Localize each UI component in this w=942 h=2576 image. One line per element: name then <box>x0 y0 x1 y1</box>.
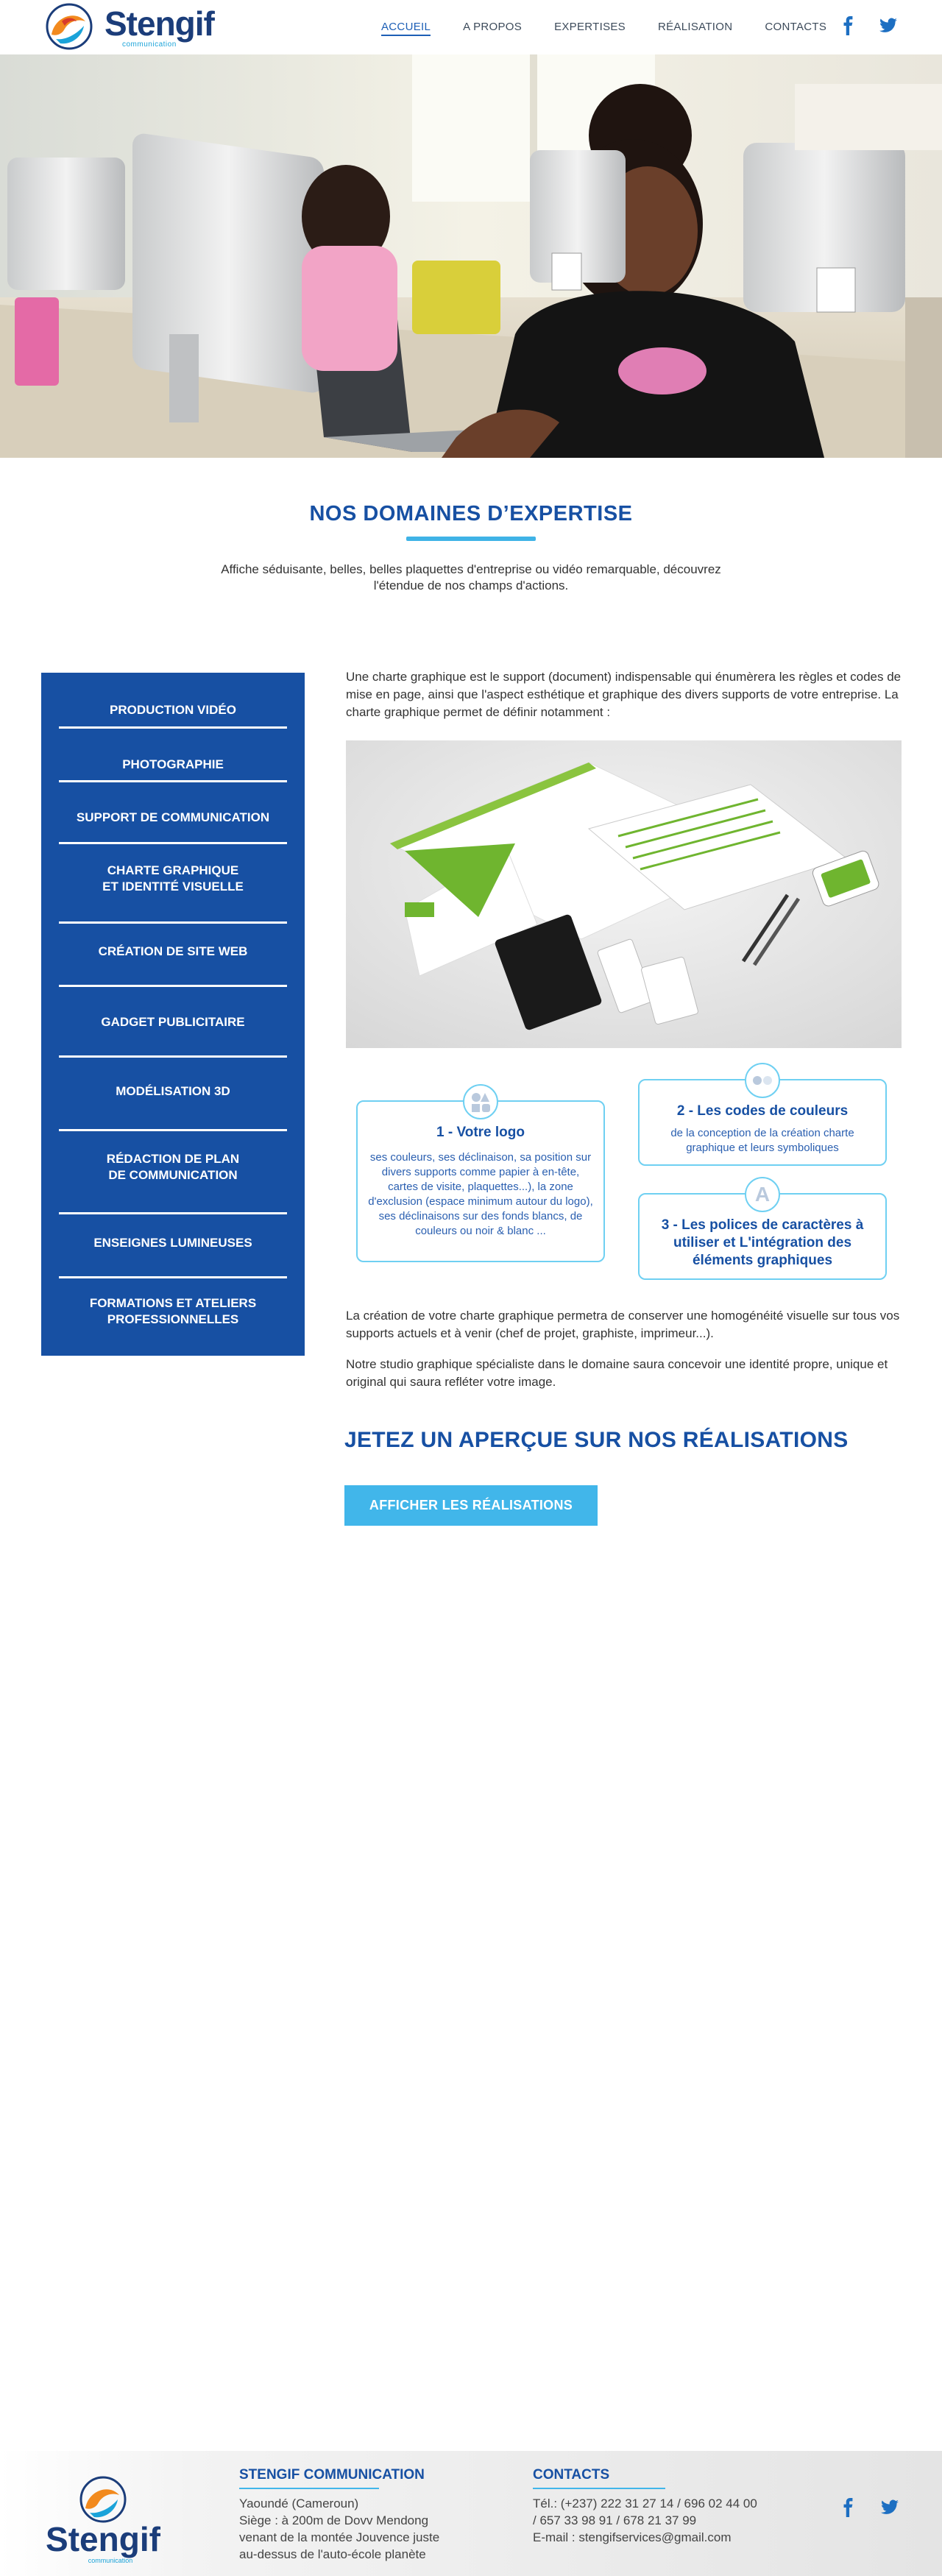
menu-divider <box>59 921 287 924</box>
info-card-logo: 1 - Votre logo ses couleurs, ses déclina… <box>356 1084 605 1262</box>
menu-item-modelisation-3d[interactable]: MODÉLISATION 3D <box>41 1083 305 1100</box>
nav-item-realisation[interactable]: RÉALISATION <box>658 21 732 36</box>
menu-divider <box>59 780 287 782</box>
card-text: ses couleurs, ses déclinaison, sa positi… <box>368 1151 593 1237</box>
realisations-title: JETEZ UN APERÇUE SUR NOS RÉALISATIONS <box>344 1428 849 1452</box>
facebook-icon[interactable] <box>839 2498 858 2517</box>
phone-line: / 657 33 98 91 / 678 21 37 99 <box>533 2513 697 2527</box>
logo-emblem-icon: Stengif communication <box>46 2476 161 2564</box>
nav-item-expertises[interactable]: EXPERTISES <box>554 21 626 36</box>
footer-logo-tagline: communication <box>88 2557 133 2564</box>
site-logo[interactable]: Stengif communication <box>40 2 224 51</box>
title-underline <box>406 537 536 541</box>
twitter-icon[interactable] <box>879 16 898 35</box>
menu-divider <box>59 1276 287 1278</box>
menu-item-gadget-publicitaire[interactable]: GADGET PUBLICITAIRE <box>41 1014 305 1030</box>
menu-divider <box>59 842 287 844</box>
address-line: Yaoundé (Cameroun) <box>239 2497 359 2510</box>
main-nav: ACCUEIL A PROPOS EXPERTISES RÉALISATION … <box>381 21 859 36</box>
menu-divider <box>59 726 287 729</box>
intro-paragraph: Une charte graphique est le support (doc… <box>346 670 902 719</box>
card-title: 3 - Les polices de caractères à utiliser… <box>661 1217 864 1268</box>
footer-logo-wordmark: Stengif <box>46 2520 161 2558</box>
phone-line: Tél.: (+237) 222 31 27 14 / 696 02 44 00 <box>533 2497 757 2510</box>
card-title: 1 - Votre logo <box>436 1125 525 1140</box>
menu-item-redaction-plan[interactable]: RÉDACTION DE PLAN DE COMMUNICATION <box>41 1151 305 1183</box>
paragraph-homogeneite: La création de votre charte graphique pe… <box>346 1309 900 1340</box>
menu-divider <box>59 1212 287 1214</box>
logo-emblem-icon <box>46 3 93 50</box>
section-title: NOS DOMAINES D’EXPERTISE <box>309 502 633 526</box>
expertise-menu: PRODUCTION VIDÉO PHOTOGRAPHIE SUPPORT DE… <box>41 673 305 1356</box>
footer-divider <box>239 2488 379 2489</box>
card-text: de la conception de la création charte g… <box>670 1127 854 1154</box>
footer-logo[interactable]: Stengif communication <box>37 2471 169 2567</box>
footer-divider <box>533 2488 665 2489</box>
facebook-icon[interactable] <box>839 16 858 35</box>
menu-divider <box>59 1055 287 1058</box>
card-title: 2 - Les codes de couleurs <box>676 1103 849 1119</box>
section-subtitle: Affiche séduisante, belles, belles plaqu… <box>221 562 721 592</box>
address-line: au-dessus de l'auto-école planète <box>239 2547 426 2561</box>
menu-item-formations-ateliers[interactable]: FORMATIONS ET ATELIERS PROFESSIONNELLES <box>41 1295 305 1328</box>
menu-divider <box>59 1129 287 1131</box>
nav-item-a-propos[interactable]: A PROPOS <box>463 21 522 36</box>
menu-divider <box>59 985 287 987</box>
footer-contacts-title: CONTACTS <box>533 2467 610 2483</box>
nav-item-contacts[interactable]: CONTACTS <box>765 21 826 36</box>
font-letter-icon: A <box>745 1177 780 1212</box>
menu-item-enseignes-lumineuses[interactable]: ENSEIGNES LUMINEUSES <box>41 1235 305 1251</box>
paragraph-studio: Notre studio graphique spécialiste dans … <box>346 1357 888 1389</box>
address-line: venant de la montée Jouvence juste <box>239 2530 440 2544</box>
logo-tagline: communication <box>122 40 177 49</box>
menu-item-support-communication[interactable]: SUPPORT DE COMMUNICATION <box>41 810 305 826</box>
hero-image <box>0 54 942 458</box>
info-card-couleurs: 2 - Les codes de couleurs de la concepti… <box>638 1063 887 1166</box>
menu-item-creation-site-web[interactable]: CRÉATION DE SITE WEB <box>41 944 305 960</box>
site-footer: Stengif communication STENGIF COMMUNICAT… <box>0 2451 942 2576</box>
menu-item-photographie[interactable]: PHOTOGRAPHIE <box>41 757 305 773</box>
color-dots-icon <box>745 1063 780 1098</box>
twitter-icon[interactable] <box>880 2498 899 2517</box>
nav-item-accueil[interactable]: ACCUEIL <box>381 21 431 36</box>
address-line: Siège : à 200m de Dovv Mendong <box>239 2513 429 2527</box>
menu-item-charte-graphique[interactable]: CHARTE GRAPHIQUE ET IDENTITÉ VISUELLE <box>41 863 305 895</box>
footer-company-title: STENGIF COMMUNICATION <box>239 2467 425 2483</box>
email-line[interactable]: E-mail : stengifservices@gmail.com <box>533 2529 798 2546</box>
footer-contact-info: Tél.: (+237) 222 31 27 14 / 696 02 44 00… <box>533 2495 798 2546</box>
info-card-polices: A 3 - Les polices de caractères à utilis… <box>638 1177 887 1280</box>
menu-item-production-video[interactable]: PRODUCTION VIDÉO <box>41 702 305 718</box>
brand-mockup-image <box>346 740 902 1048</box>
show-realisations-button[interactable]: AFFICHER LES RÉALISATIONS <box>344 1485 598 1526</box>
site-header: Stengif communication ACCUEIL A PROPOS E… <box>0 0 942 54</box>
logo-wordmark: Stengif <box>105 4 215 43</box>
shapes-icon <box>463 1084 498 1119</box>
footer-address: Yaoundé (Cameroun) Siège : à 200m de Dov… <box>239 2495 489 2563</box>
